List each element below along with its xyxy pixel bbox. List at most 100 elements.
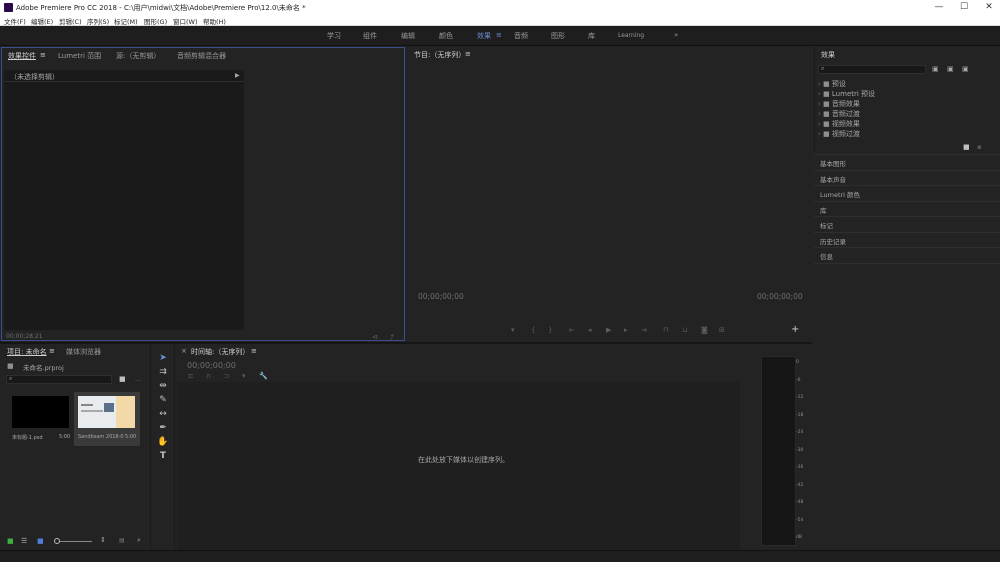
menu-marker[interactable]: 标记(M)	[114, 16, 138, 26]
tab-media-browser[interactable]: 媒体浏览器	[66, 347, 101, 357]
effects-panel-title[interactable]: 效果	[821, 50, 835, 60]
tab-lumetri-scopes[interactable]: Lumetri 范围	[58, 51, 101, 61]
comparison-icon[interactable]: ⊞	[719, 326, 725, 334]
panel-libraries[interactable]: 库	[820, 205, 827, 215]
list-view-icon[interactable]: ☰	[21, 537, 27, 545]
razor-tool-icon[interactable]: ✎	[157, 394, 169, 406]
workspace-more-icon[interactable]: »	[674, 31, 678, 39]
project-search-input[interactable]: ⌕	[6, 375, 112, 384]
project-menu-icon[interactable]: ≡	[49, 347, 55, 355]
effects-folder-audio-effects[interactable]: › ■ 音频效果	[818, 99, 875, 109]
linked-selection-icon[interactable]: ⊃	[224, 372, 230, 380]
menu-file[interactable]: 文件(F)	[4, 16, 26, 26]
panel-essential-graphics[interactable]: 基本图形	[820, 158, 846, 168]
program-timecode-left[interactable]: 00;00;00;00	[418, 292, 464, 301]
new-bin-icon[interactable]: ■	[963, 143, 970, 151]
menu-graphics[interactable]: 图形(G)	[144, 16, 167, 26]
workspace-color[interactable]: 颜色	[439, 31, 453, 41]
workspace-learn[interactable]: 学习	[327, 31, 341, 41]
step-forward-icon[interactable]: ▸	[624, 326, 628, 334]
slip-tool-icon[interactable]: ↔	[157, 408, 169, 420]
wrench-icon[interactable]: 🔧	[259, 372, 268, 380]
lift-icon[interactable]: ⊓	[663, 326, 668, 334]
zoom-slider[interactable]	[54, 538, 92, 544]
workspace-assembly[interactable]: 组件	[363, 31, 377, 41]
timeline-menu-icon[interactable]: ≡	[251, 347, 257, 355]
type-tool-icon[interactable]: T	[157, 450, 169, 462]
effects-search-input[interactable]: ⌕	[818, 65, 926, 74]
tab-effect-controls[interactable]: 效果控件	[8, 51, 36, 61]
panel-lumetri-color[interactable]: Lumetri 颜色	[820, 189, 860, 199]
hand-tool-icon[interactable]: ✋	[157, 436, 169, 448]
snap-icon[interactable]: ∩	[206, 372, 211, 380]
effects-folder-presets[interactable]: › ■ 预设	[818, 79, 875, 89]
project-more-icon[interactable]: …	[135, 376, 141, 383]
workspace-effects[interactable]: 效果	[477, 31, 491, 41]
marker-icon[interactable]: ▾	[511, 326, 515, 334]
workspace-graphics[interactable]: 图形	[551, 31, 565, 41]
ripple-edit-tool-icon[interactable]: ⇹	[157, 380, 169, 392]
add-marker-icon[interactable]: ▾	[242, 372, 246, 380]
workspace-menu-icon[interactable]: ≡	[496, 31, 502, 39]
mark-out-icon[interactable]: }	[548, 326, 552, 334]
project-item[interactable]: Sandbsam 2018-06... 5:00	[74, 392, 140, 446]
timeline-drop-area[interactable]: 在此处放下媒体以创建序列。	[178, 382, 740, 550]
play-icon[interactable]: ▶	[606, 326, 611, 334]
panel-info[interactable]: 信息	[820, 251, 833, 261]
menu-sequence[interactable]: 序列(S)	[87, 16, 109, 26]
panel-essential-sound[interactable]: 基本声音	[820, 174, 846, 184]
track-select-tool-icon[interactable]: ⇉	[157, 366, 169, 378]
pen-tool-icon[interactable]: ✒	[157, 422, 169, 434]
mark-in-icon[interactable]: {	[531, 326, 535, 334]
tab-source[interactable]: 源:（无剪辑）	[116, 51, 160, 61]
effect-controls-timecode[interactable]: 00;00;28;21	[6, 333, 43, 340]
find-icon[interactable]: ⌕	[137, 536, 141, 545]
workspace-libraries[interactable]: 库	[588, 31, 595, 41]
workspace-learning[interactable]: Learning	[618, 32, 644, 39]
tab-project[interactable]: 项目: 未命名	[7, 347, 47, 357]
effects-folder-video-transitions[interactable]: › ■ 视频过渡	[818, 129, 875, 139]
accelerated-effects-icon[interactable]: ▣	[932, 65, 939, 73]
maximize-button[interactable]: ☐	[957, 1, 971, 13]
32bit-effects-icon[interactable]: ▣	[947, 65, 954, 73]
program-menu-icon[interactable]: ≡	[465, 50, 471, 58]
menu-edit[interactable]: 编辑(E)	[31, 16, 53, 26]
go-to-out-icon[interactable]: ⇥	[641, 326, 647, 334]
workspace-editing[interactable]: 编辑	[401, 31, 415, 41]
camera-icon[interactable]: ◙	[701, 326, 708, 334]
effects-folder-video-effects[interactable]: › ■ 视频效果	[818, 119, 875, 129]
workspace-audio[interactable]: 音频	[514, 31, 528, 41]
tab-menu-icon[interactable]: ≡	[40, 51, 46, 59]
extract-icon[interactable]: ⊔	[682, 326, 687, 334]
expand-arrow-icon[interactable]: ▶	[235, 72, 240, 79]
panel-history[interactable]: 历史记录	[820, 236, 846, 246]
yuv-effects-icon[interactable]: ▣	[962, 65, 969, 73]
timeline-close-icon[interactable]: ×	[181, 347, 187, 355]
nest-icon[interactable]: ⊏	[188, 372, 194, 380]
menu-window[interactable]: 窗口(W)	[173, 16, 198, 26]
go-to-in-icon[interactable]: ⇤	[569, 326, 575, 334]
timeline-title[interactable]: 时间轴:（无序列）	[191, 347, 249, 357]
automate-icon[interactable]: ▤	[119, 537, 125, 544]
timeline-timecode[interactable]: 00;00;00;00	[187, 361, 236, 370]
minimize-button[interactable]: —	[932, 1, 946, 13]
filter-icon[interactable]: ⊲	[372, 333, 378, 341]
close-button[interactable]: ✕	[982, 1, 996, 13]
step-back-icon[interactable]: ◂	[588, 326, 592, 334]
effects-folder-lumetri[interactable]: › ■ Lumetri 预设	[818, 89, 875, 99]
delete-icon[interactable]: ▪	[977, 143, 982, 151]
new-bin-icon[interactable]: ■	[119, 375, 126, 383]
selection-tool-icon[interactable]: ➤	[157, 352, 169, 364]
program-title[interactable]: 节目:（无序列）	[414, 50, 465, 60]
zoom-slider-handle[interactable]	[54, 538, 60, 544]
menu-help[interactable]: 帮助(H)	[203, 16, 226, 26]
effects-folder-audio-transitions[interactable]: › ■ 音频过渡	[818, 109, 875, 119]
add-button-icon[interactable]: +	[791, 324, 799, 335]
menu-clip[interactable]: 剪辑(C)	[59, 16, 82, 26]
icon-view-icon[interactable]: ■	[37, 537, 44, 545]
project-item[interactable]: 未标题-1.psd 5:00	[8, 392, 72, 446]
tab-audio-clip-mixer[interactable]: 音频剪辑混合器	[177, 51, 226, 61]
lock-icon[interactable]: ■	[7, 537, 14, 545]
panel-markers[interactable]: 标记	[820, 220, 833, 230]
sort-icon[interactable]: ⇕	[100, 536, 106, 544]
